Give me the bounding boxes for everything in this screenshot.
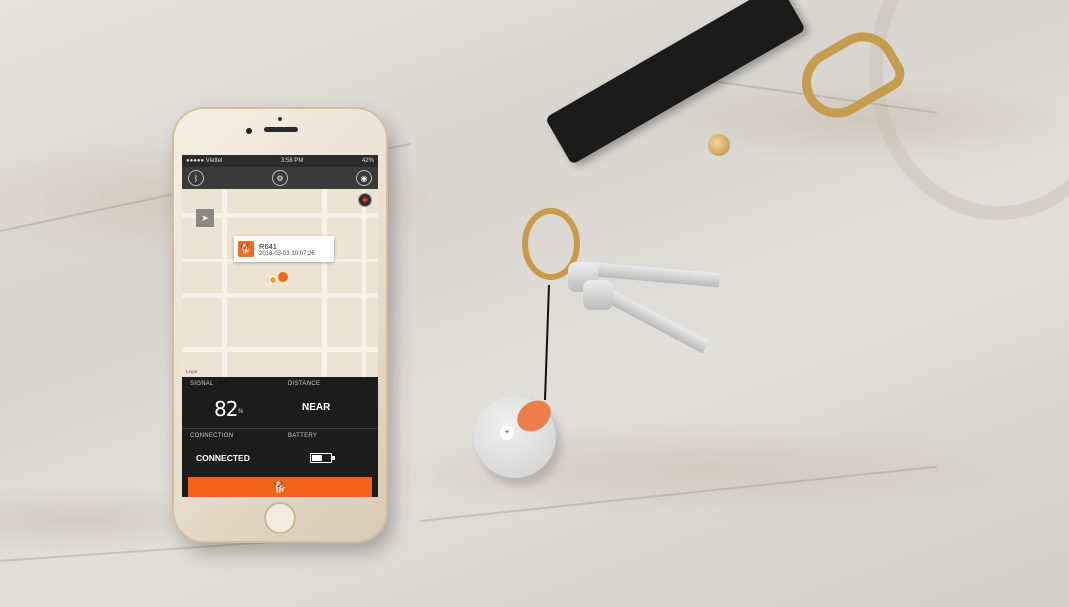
key [596, 284, 710, 354]
fob-cord [543, 284, 550, 400]
phone-screen: ●●●●● Viettel 3:58 PM 42% ᛒ ⚙ ◉ ➤ ◆ 🐕 R6… [182, 155, 378, 497]
camera-icon[interactable]: ◉ [356, 170, 372, 186]
signal-unit: % [238, 409, 244, 415]
connection-value: CONNECTED [196, 453, 250, 463]
leather-strap [545, 0, 806, 165]
device-popup[interactable]: 🐕 R641 2018-03-03 10:07:26 [234, 236, 334, 262]
map-legal-link[interactable]: Legal [186, 369, 197, 374]
status-time: 3:58 PM [280, 158, 304, 164]
locate-icon[interactable]: ➤ [196, 209, 214, 227]
key-head [583, 280, 613, 310]
location-dot [269, 276, 277, 284]
panel-row-bottom: CONNECTION CONNECTED BATTERY [182, 429, 378, 473]
panel-row-top: SIGNAL 82 % DISTANCE NEAR [182, 377, 378, 429]
compass-icon[interactable]: ◆ [358, 193, 372, 207]
map-road [182, 293, 378, 298]
phone-sensor [278, 117, 282, 121]
status-battery: 42% [361, 158, 374, 164]
distance-label: DISTANCE [288, 381, 321, 387]
status-panel: SIGNAL 82 % DISTANCE NEAR CONNECTION CON… [182, 377, 378, 497]
connection-cell: CONNECTION CONNECTED [182, 429, 280, 473]
battery-fill [312, 455, 322, 461]
map-view[interactable]: ➤ ◆ 🐕 R641 2018-03-03 10:07:26 Legal [182, 189, 378, 377]
fob-logo-icon: ✦ [500, 426, 514, 440]
app-toolbar: ᛒ ⚙ ◉ [182, 167, 378, 189]
gear-icon[interactable]: ⚙ [272, 170, 288, 186]
battery-label: BATTERY [288, 433, 318, 439]
distance-cell: DISTANCE NEAR [280, 377, 378, 428]
map-road [182, 347, 378, 352]
dog-icon: 🐕 [273, 481, 287, 494]
tray-edge [869, 0, 1069, 220]
status-bar: ●●●●● Viettel 3:58 PM 42% [182, 155, 378, 167]
phone-speaker [264, 127, 298, 132]
battery-icon [310, 453, 335, 463]
device-name: R641 [259, 241, 277, 251]
bluetooth-icon[interactable]: ᛒ [188, 170, 204, 186]
strap-rivet [708, 134, 730, 156]
home-button[interactable] [264, 502, 296, 534]
device-pin-icon[interactable] [278, 272, 288, 282]
find-device-button[interactable]: 🐕 [188, 477, 372, 497]
signal-label: SIGNAL [190, 381, 214, 387]
marble-background: ✦ ●●●●● Viettel 3:58 PM 42% ᛒ ⚙ ◉ ➤ ◆ 🐕 … [0, 0, 1069, 607]
smartphone: ●●●●● Viettel 3:58 PM 42% ᛒ ⚙ ◉ ➤ ◆ 🐕 R6… [172, 107, 388, 543]
battery-cell: BATTERY [280, 429, 378, 473]
dog-icon: 🐕 [238, 241, 254, 257]
signal-cell: SIGNAL 82 % [182, 377, 280, 428]
connection-label: CONNECTION [190, 433, 234, 439]
front-camera [246, 128, 252, 134]
map-road [222, 189, 227, 377]
distance-value: NEAR [302, 402, 331, 413]
carrier-label: ●●●●● Viettel [186, 158, 223, 164]
device-timestamp: 2018-03-03 10:07:26 [259, 250, 315, 257]
signal-value: 82 [214, 397, 238, 421]
map-road [362, 189, 366, 377]
map-road [322, 189, 327, 377]
